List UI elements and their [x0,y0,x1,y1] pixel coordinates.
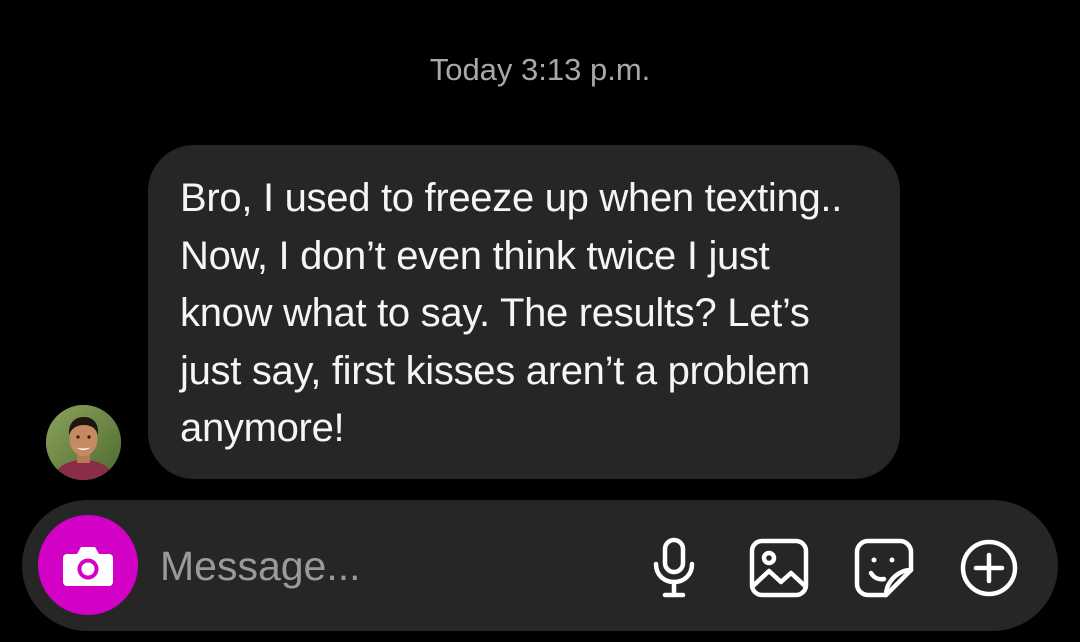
microphone-button[interactable] [642,536,706,600]
message-composer [22,500,1058,631]
gallery-button[interactable] [747,536,811,600]
avatar-photo [46,405,121,480]
message-timestamp: Today 3:13 p.m. [429,52,651,87]
gallery-icon [749,538,809,598]
chat-screen: Today 3:13 p.m. Bro, I used to freeze up… [0,0,1080,642]
message-input[interactable] [160,538,600,594]
sticker-button[interactable] [852,536,916,600]
microphone-icon [653,537,695,598]
message-bubble[interactable]: Bro, I used to freeze up when texting.. … [148,145,900,479]
avatar[interactable] [46,405,121,480]
camera-icon [63,547,113,586]
message-text: Bro, I used to freeze up when texting.. … [180,176,843,450]
sticker-icon [854,538,914,598]
plus-icon [960,539,1018,597]
camera-button[interactable] [38,515,138,615]
add-button[interactable] [957,536,1021,600]
